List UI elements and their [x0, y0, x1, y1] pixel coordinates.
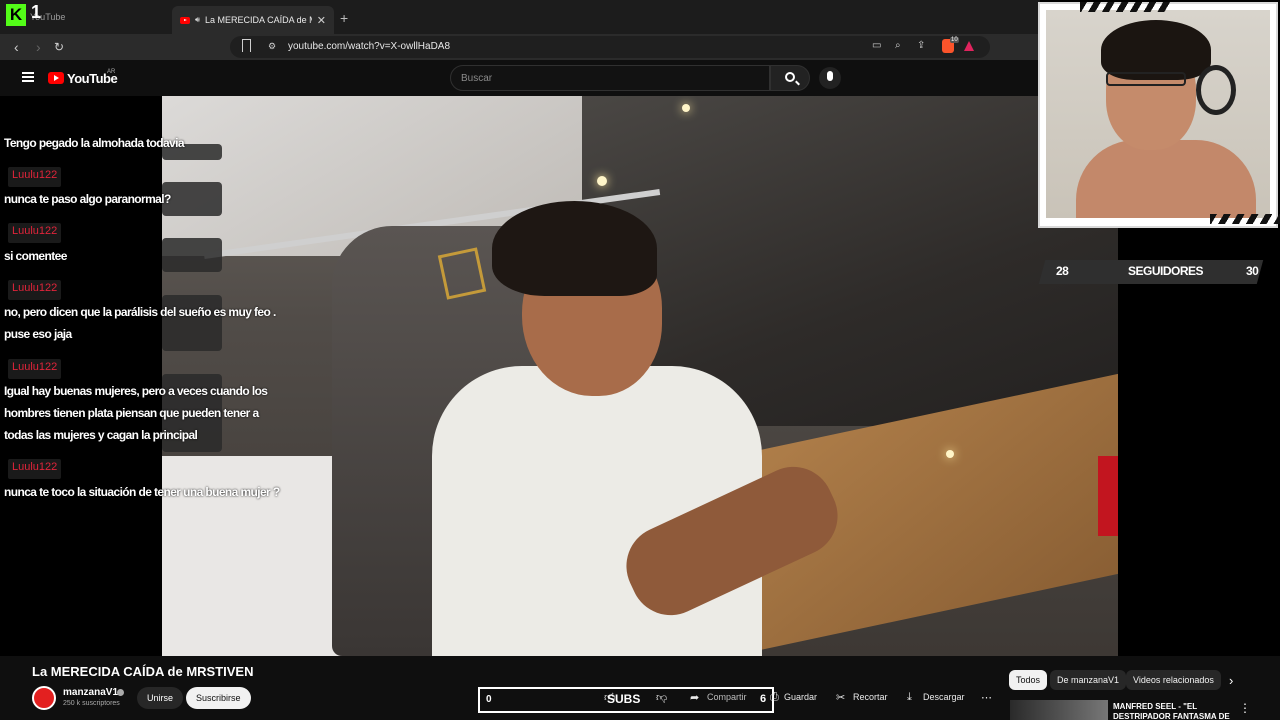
subs-goal-label: SUBS: [607, 692, 641, 706]
streamer-glasses: [1106, 72, 1186, 86]
chat-username: Luulu122: [8, 167, 62, 187]
frame-stripes: [1210, 214, 1280, 224]
chat-username: Luulu122: [8, 280, 62, 300]
clip-button[interactable]: Recortar: [853, 692, 888, 702]
chat-message: Tengo pegado la almohada todavia: [4, 136, 185, 150]
join-button[interactable]: Unirse: [137, 687, 184, 709]
subscriber-count: 250 k suscriptores: [63, 700, 120, 707]
reload-icon[interactable]: ↻: [54, 40, 64, 54]
streamer-hair: [1101, 20, 1211, 80]
video-scene-light: [946, 450, 954, 458]
follower-label: SEGUIDORES: [1128, 264, 1204, 278]
video-scene-light: [597, 176, 607, 186]
microphone-icon[interactable]: [819, 67, 841, 89]
zoom-icon[interactable]: ⌕: [895, 40, 901, 51]
video-title: La MERECIDA CAÍDA de MRSTIVEN: [32, 664, 254, 679]
browser-tab-bar: YouTube 🔊︎ La MERECIDA CAÍDA de MRS ✕ +: [0, 0, 1040, 34]
share-arrow-icon[interactable]: ➦: [690, 691, 699, 704]
chat-username: Luulu122: [8, 359, 62, 379]
chevron-right-icon[interactable]: ›: [1229, 673, 1233, 688]
more-options-icon[interactable]: ⋯: [981, 691, 992, 704]
channel-name[interactable]: manzanaV1: [63, 687, 118, 698]
video-scene-light: [682, 104, 690, 112]
url-text[interactable]: youtube.com/watch?v=X-owllHaDA8: [288, 41, 450, 52]
chat-username: Luulu122: [8, 459, 62, 479]
webcam-overlay: [1038, 2, 1280, 228]
back-arrow-icon[interactable]: ‹: [14, 39, 19, 55]
chat-message: Igual hay buenas mujeres, pero a veces c…: [4, 384, 268, 398]
active-tab-title: La MERECIDA CAÍDA de MRS: [205, 15, 312, 25]
follower-goal: 30: [1246, 264, 1259, 278]
save-button[interactable]: Guardar: [784, 692, 817, 702]
search-icon: [785, 72, 795, 82]
chip-related[interactable]: Videos relacionados: [1126, 670, 1221, 690]
subs-goal-current: 0: [486, 694, 492, 705]
chat-overlay: Tengo pegado la almohada todavia Luulu12…: [0, 130, 280, 510]
forward-arrow-icon[interactable]: ›: [36, 39, 41, 55]
search-button[interactable]: [770, 65, 810, 91]
subs-goal-target: 6: [760, 693, 767, 705]
cast-icon[interactable]: ▭: [872, 40, 881, 51]
chat-message: nunca te paso algo paranormal?: [4, 192, 171, 206]
frame-stripes: [1080, 2, 1170, 12]
chat-message: si comentee: [4, 249, 67, 263]
related-video-thumbnail[interactable]: [1010, 700, 1108, 720]
chat-message: no, pero dicen que la parálisis del sueñ…: [4, 305, 276, 319]
related-video-title[interactable]: MANFRED SEEL - "EL DESTRIPADOR FANTASMA …: [1113, 702, 1231, 720]
site-info-icon[interactable]: ⚙︎: [268, 41, 276, 52]
screen: YouTube 🔊︎ La MERECIDA CAÍDA de MRS ✕ + …: [0, 0, 1280, 720]
chat-username: Luulu122: [8, 223, 62, 243]
kick-number: 1: [31, 2, 42, 22]
share-icon[interactable]: ⇪: [917, 40, 925, 51]
scissors-icon[interactable]: ✂: [836, 691, 845, 704]
verified-icon: [117, 689, 124, 696]
follower-current: 28: [1056, 264, 1069, 278]
chat-message: hombres tienen plata piensan que pueden …: [4, 406, 259, 420]
save-icon[interactable]: ⎙: [770, 691, 779, 704]
download-icon[interactable]: ⤓: [907, 691, 912, 704]
browser-toolbar: ‹ › ↻ ⚙︎ youtube.com/watch?v=X-owllHaDA8…: [0, 34, 1040, 60]
active-tab[interactable]: 🔊︎ La MERECIDA CAÍDA de MRS ✕: [172, 6, 334, 34]
video-scene-person-hair: [492, 201, 657, 296]
new-tab-icon[interactable]: +: [340, 10, 348, 26]
brave-rewards-icon[interactable]: [964, 41, 974, 51]
chip-from-channel[interactable]: De manzanaV1: [1050, 670, 1127, 690]
chat-message: nunca te toco la situación de tener una …: [4, 485, 280, 499]
youtube-logo-icon[interactable]: [48, 72, 64, 84]
bookmark-icon[interactable]: [242, 39, 251, 52]
youtube-header: YouTube AR Buscar: [0, 60, 1040, 96]
close-tab-icon[interactable]: ✕: [317, 14, 326, 27]
subscribe-button[interactable]: Suscribirse: [186, 687, 251, 709]
video-scene-red-cup: [1098, 456, 1118, 536]
country-code: AR: [107, 69, 116, 75]
share-button[interactable]: Compartir: [707, 692, 747, 702]
search-input[interactable]: Buscar: [450, 65, 770, 91]
headset-icon: [1196, 65, 1236, 115]
kebab-menu-icon[interactable]: ⋮: [1239, 701, 1251, 715]
download-button[interactable]: Descargar: [923, 692, 965, 702]
speaker-icon: 🔊︎: [195, 15, 201, 24]
streamer-body: [1076, 140, 1256, 218]
webcam-feed: [1046, 10, 1270, 218]
kick-logo: K: [6, 4, 26, 26]
channel-avatar[interactable]: [32, 686, 56, 710]
chat-backdrop: [162, 238, 222, 272]
youtube-favicon-icon: [180, 16, 190, 24]
menu-icon[interactable]: [22, 72, 34, 82]
chat-backdrop: [162, 182, 222, 216]
chip-all[interactable]: Todos: [1009, 670, 1048, 690]
chat-message: puse eso jaja: [4, 327, 72, 341]
brave-badge: 10: [950, 37, 959, 43]
chair-logo: [437, 247, 487, 300]
chat-message: todas las mujeres y cagan la principal: [4, 428, 198, 442]
dislike-icon[interactable]: 👎︎: [656, 691, 667, 704]
video-player[interactable]: [162, 96, 1118, 656]
